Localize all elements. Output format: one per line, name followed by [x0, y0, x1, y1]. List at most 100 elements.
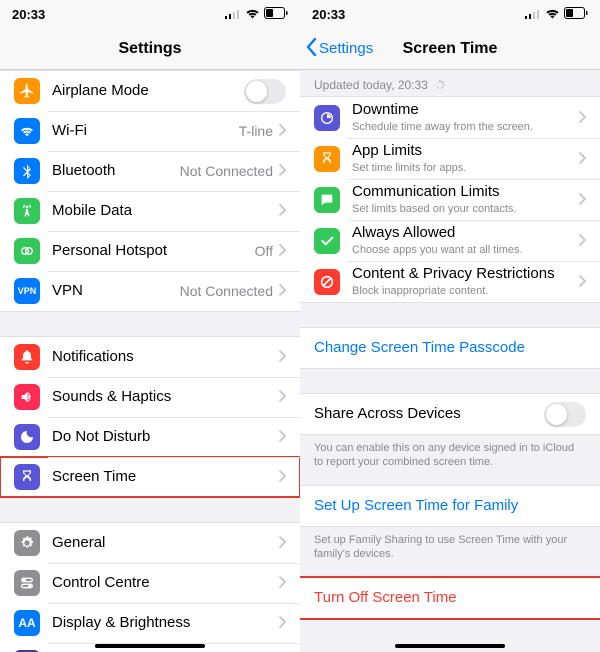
row-turn-off[interactable]: Turn Off Screen Time — [300, 578, 600, 618]
gear-icon — [14, 530, 40, 556]
row-vpn[interactable]: VPN VPN Not Connected — [0, 271, 300, 311]
row-share-devices[interactable]: Share Across Devices — [300, 394, 600, 434]
group-turn-off: Turn Off Screen Time — [300, 577, 600, 619]
chevron-right-icon — [579, 274, 586, 290]
row-mobile-data[interactable]: Mobile Data — [0, 191, 300, 231]
share-footer: You can enable this on any device signed… — [300, 435, 600, 473]
row-label: Notifications — [52, 348, 279, 366]
updated-label: Updated today, 20:33 — [300, 70, 600, 96]
chevron-right-icon — [279, 615, 286, 631]
row-label: Share Across Devices — [314, 405, 544, 423]
switches-icon — [14, 570, 40, 596]
row-sounds[interactable]: Sounds & Haptics — [0, 377, 300, 417]
settings-list[interactable]: Airplane Mode Wi-Fi T-line Bluetooth Not… — [0, 70, 300, 652]
row-screen-time[interactable]: Screen Time — [0, 457, 300, 497]
change-passcode-link: Change Screen Time Passcode — [314, 339, 586, 357]
bluetooth-icon — [14, 158, 40, 184]
row-sub: Schedule time away from the screen. — [352, 120, 579, 134]
chevron-right-icon — [279, 429, 286, 445]
moon-icon — [14, 424, 40, 450]
nav-bar: Settings Screen Time — [300, 28, 600, 70]
wifi-icon — [545, 7, 560, 22]
group-family: Set Up Screen Time for Family — [300, 485, 600, 527]
home-indicator[interactable] — [395, 644, 505, 648]
row-value: Not Connected — [180, 283, 273, 299]
row-notifications[interactable]: Notifications — [0, 337, 300, 377]
family-link: Set Up Screen Time for Family — [314, 497, 586, 515]
row-label: Mobile Data — [52, 202, 279, 220]
row-communication-limits[interactable]: Communication Limits Set limits based on… — [300, 179, 600, 220]
row-downtime[interactable]: Downtime Schedule time away from the scr… — [300, 97, 600, 138]
row-label: Screen Time — [52, 468, 279, 486]
group-share: Share Across Devices — [300, 393, 600, 435]
row-always-allowed[interactable]: Always Allowed Choose apps you want at a… — [300, 220, 600, 261]
row-label: Display & Brightness — [52, 614, 279, 632]
row-personal-hotspot[interactable]: Personal Hotspot Off — [0, 231, 300, 271]
chevron-right-icon — [279, 163, 286, 179]
status-bar: 20:33 — [300, 0, 600, 28]
row-label: Sounds & Haptics — [52, 388, 279, 406]
back-label: Settings — [319, 40, 373, 57]
chevron-right-icon — [279, 243, 286, 259]
row-label: Bluetooth — [52, 162, 180, 180]
row-label: App Limits — [352, 142, 579, 160]
cellular-signal-icon — [525, 7, 541, 22]
page-title: Settings — [118, 40, 181, 58]
row-label: Content & Privacy Restrictions — [352, 265, 579, 283]
chat-icon — [314, 187, 340, 213]
row-wifi[interactable]: Wi-Fi T-line — [0, 111, 300, 151]
airplane-toggle[interactable] — [244, 79, 286, 104]
row-value: Not Connected — [180, 163, 273, 179]
chevron-right-icon — [279, 469, 286, 485]
row-content-privacy[interactable]: Content & Privacy Restrictions Block ina… — [300, 261, 600, 302]
home-indicator[interactable] — [95, 644, 205, 648]
block-icon — [314, 269, 340, 295]
row-label: Personal Hotspot — [52, 242, 255, 260]
chevron-right-icon — [579, 110, 586, 126]
row-do-not-disturb[interactable]: Do Not Disturb — [0, 417, 300, 457]
antenna-icon — [14, 198, 40, 224]
group-connectivity: Airplane Mode Wi-Fi T-line Bluetooth Not… — [0, 70, 300, 312]
group-passcode: Change Screen Time Passcode — [300, 327, 600, 369]
page-title: Screen Time — [403, 40, 498, 58]
chevron-right-icon — [279, 535, 286, 551]
row-label: Communication Limits — [352, 183, 579, 201]
row-sub: Block inappropriate content. — [352, 284, 579, 298]
row-general[interactable]: General — [0, 523, 300, 563]
back-button[interactable]: Settings — [306, 38, 373, 60]
chevron-right-icon — [279, 389, 286, 405]
row-control-centre[interactable]: Control Centre — [0, 563, 300, 603]
wifi-icon — [245, 7, 260, 22]
row-change-passcode[interactable]: Change Screen Time Passcode — [300, 328, 600, 368]
hotspot-icon — [14, 238, 40, 264]
share-toggle[interactable] — [544, 402, 586, 427]
screen-time-screen: 20:33 Settings Screen Time Updated today… — [300, 0, 600, 652]
chevron-right-icon — [279, 349, 286, 365]
row-label: Always Allowed — [352, 224, 579, 242]
row-family-setup[interactable]: Set Up Screen Time for Family — [300, 486, 600, 526]
nav-bar: Settings — [0, 28, 300, 70]
screen-time-content[interactable]: Updated today, 20:33 Downtime Schedule t… — [300, 70, 600, 652]
group-notifications: Notifications Sounds & Haptics Do Not Di… — [0, 336, 300, 498]
row-label: Airplane Mode — [52, 82, 244, 100]
row-display-brightness[interactable]: AA Display & Brightness — [0, 603, 300, 643]
battery-icon — [564, 7, 588, 22]
chevron-right-icon — [279, 203, 286, 219]
row-value: T-line — [239, 123, 273, 139]
row-label: Wi-Fi — [52, 122, 239, 140]
check-icon — [314, 228, 340, 254]
chevron-right-icon — [579, 233, 586, 249]
spinner-icon — [434, 79, 446, 91]
chevron-right-icon — [579, 151, 586, 167]
row-label: VPN — [52, 282, 180, 300]
row-app-limits[interactable]: App Limits Set time limits for apps. — [300, 138, 600, 179]
airplane-icon — [14, 78, 40, 104]
row-airplane-mode[interactable]: Airplane Mode — [0, 71, 300, 111]
group-general: General Control Centre AA Display & Brig… — [0, 522, 300, 652]
row-value: Off — [255, 243, 273, 259]
row-label: Control Centre — [52, 574, 279, 592]
speaker-icon — [14, 384, 40, 410]
aa-icon: AA — [14, 610, 40, 636]
status-time: 20:33 — [312, 7, 345, 22]
row-bluetooth[interactable]: Bluetooth Not Connected — [0, 151, 300, 191]
